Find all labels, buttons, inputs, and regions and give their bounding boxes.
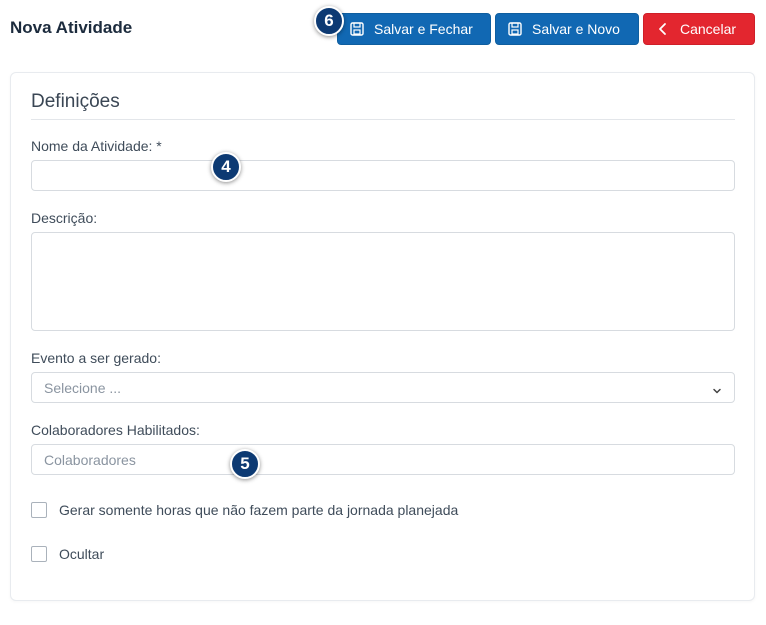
cancel-button[interactable]: Cancelar	[643, 13, 755, 45]
hours-option-row[interactable]: Gerar somente horas que não fazem parte …	[31, 502, 458, 518]
hide-option-row[interactable]: Ocultar	[31, 546, 104, 562]
collaborators-input[interactable]	[31, 444, 735, 475]
hours-checkbox-label: Gerar somente horas que não fazem parte …	[59, 502, 459, 518]
floppy-disk-icon	[350, 22, 364, 36]
save-and-new-label: Salvar e Novo	[532, 21, 620, 37]
activity-name-label: Nome da Atividade: *	[31, 138, 162, 154]
hide-checkbox-label: Ocultar	[59, 546, 105, 562]
page-title: Nova Atividade	[10, 18, 133, 37]
activity-name-input[interactable]	[31, 160, 735, 191]
chevron-left-icon	[656, 22, 670, 36]
step-marker-6: 6	[314, 6, 344, 36]
hours-checkbox[interactable]	[31, 502, 47, 518]
floppy-disk-icon	[508, 22, 522, 36]
save-and-close-button[interactable]: Salvar e Fechar	[337, 13, 491, 45]
save-and-close-label: Salvar e Fechar	[374, 21, 473, 37]
chevron-down-icon	[712, 383, 722, 394]
section-title: Definições	[31, 91, 120, 112]
section-divider	[31, 119, 735, 120]
event-label: Evento a ser gerado:	[31, 350, 161, 366]
step-marker-5: 5	[230, 449, 260, 479]
event-select-placeholder: Selecione ...	[44, 379, 122, 396]
step-marker-4: 4	[211, 152, 241, 182]
collaborators-label: Colaboradores Habilitados:	[31, 422, 200, 438]
description-label: Descrição:	[31, 210, 98, 226]
hide-checkbox[interactable]	[31, 546, 47, 562]
description-textarea[interactable]	[31, 232, 735, 331]
save-and-new-button[interactable]: Salvar e Novo	[495, 13, 639, 45]
definitions-card: Definições Nome da Atividade: * Descriçã…	[10, 72, 755, 601]
cancel-label: Cancelar	[680, 21, 737, 37]
event-select[interactable]: Selecione ...	[31, 372, 735, 403]
